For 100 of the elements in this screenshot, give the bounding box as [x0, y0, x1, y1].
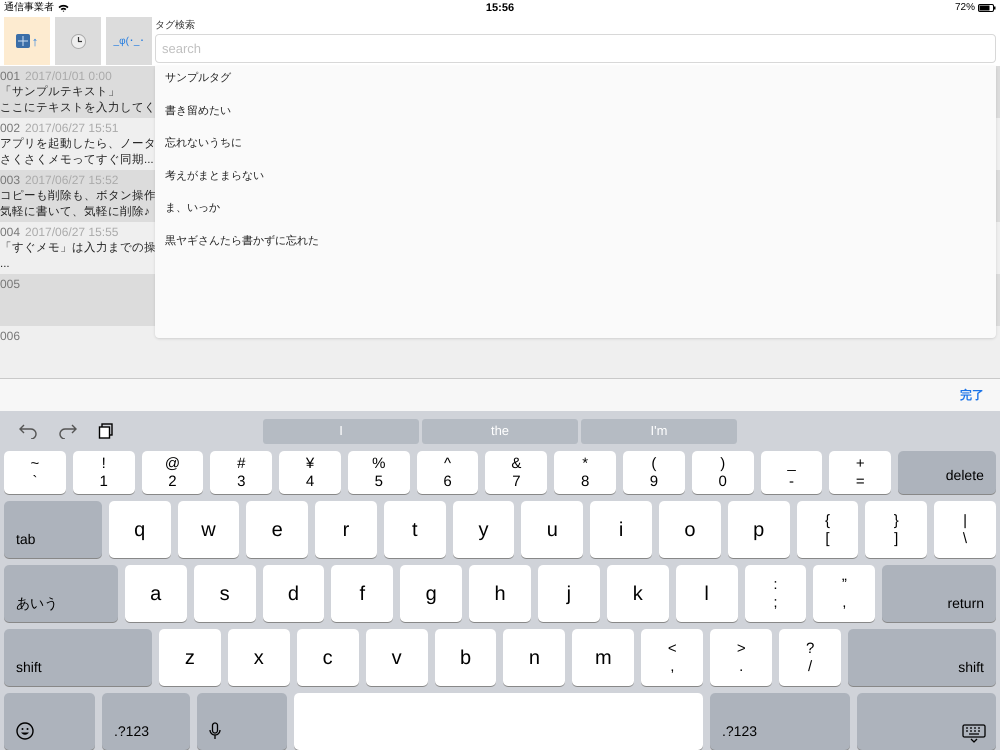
key[interactable]: delete [898, 451, 996, 494]
key[interactable]: return [882, 565, 996, 622]
key[interactable]: z [158, 629, 221, 686]
key-top-label: | [963, 512, 967, 530]
key-top-label: } [894, 512, 899, 530]
key[interactable]: shift [848, 629, 996, 686]
key[interactable]: e [246, 501, 308, 558]
key-bottom-label: 4 [306, 472, 314, 490]
key[interactable]: ” , [813, 565, 876, 622]
dictation-key[interactable] [197, 693, 287, 750]
key-top-label: # [237, 454, 246, 472]
tag-suggestion[interactable]: 忘れないうちに [155, 135, 996, 168]
key[interactable]: b [434, 629, 496, 686]
key[interactable]: c [296, 629, 359, 686]
key[interactable]: f [331, 565, 394, 622]
paste-icon[interactable] [98, 423, 114, 439]
key[interactable]: ¥ 4 [279, 451, 341, 494]
key[interactable]: w [178, 501, 240, 558]
key[interactable]: _ - [760, 451, 822, 494]
memo-text: さくさくメモってすぐ同期... [0, 152, 153, 168]
tag-suggestion[interactable]: サンプルタグ [155, 70, 996, 102]
tag-suggestion[interactable]: 黒ヤギさんたら書かずに忘れた [155, 232, 996, 265]
undo-icon[interactable] [18, 423, 38, 439]
key[interactable]: j [538, 565, 600, 622]
key[interactable]: } ] [865, 501, 928, 558]
tag-suggestion[interactable]: 書き留めたい [155, 102, 996, 135]
key[interactable]: | \ [934, 501, 996, 558]
key[interactable]: .?123 [102, 693, 190, 750]
wifi-icon [58, 4, 69, 12]
key[interactable]: + = [829, 451, 892, 494]
key[interactable]: ) 0 [692, 451, 754, 494]
key[interactable]: ! 1 [72, 451, 135, 494]
key[interactable]: s [194, 565, 256, 622]
clock-time: 15:56 [486, 0, 514, 16]
key-bottom-label: , [670, 658, 674, 676]
key[interactable]: y [452, 501, 514, 558]
key[interactable]: p [728, 501, 790, 558]
key[interactable]: shift [4, 629, 152, 686]
key[interactable]: g [400, 565, 462, 622]
key[interactable]: : ; [744, 565, 806, 622]
key-bottom-label: ; [773, 594, 778, 612]
key-top-label: ! [102, 454, 106, 472]
memo-number: 005 [0, 276, 20, 292]
key-top-label: > [736, 640, 746, 658]
toolbar-button[interactable]: ↑ [4, 17, 50, 66]
hide-keyboard-key[interactable] [857, 693, 996, 750]
key-bottom-label: 9 [650, 472, 658, 490]
tag-suggestion[interactable]: 考えがまとまらない [155, 168, 996, 200]
emoji-key[interactable] [4, 693, 95, 750]
memo-text: 気軽に書いて、気軽に削除♪ [0, 204, 151, 220]
key-top-label: ~ [30, 454, 40, 472]
key[interactable]: v [366, 629, 428, 686]
key[interactable]: i [590, 501, 652, 558]
key[interactable]: .?123 [710, 693, 850, 750]
key[interactable]: ^ 6 [416, 451, 478, 494]
key-bottom-label: ` [32, 472, 38, 490]
tag-suggestion[interactable]: ま、いっか [155, 200, 996, 232]
key[interactable]: % 5 [348, 451, 410, 494]
key[interactable]: k [606, 565, 669, 622]
key[interactable]: n [503, 629, 566, 686]
toolbar-button[interactable] [55, 17, 101, 66]
key-top-label: ( [651, 454, 656, 472]
memo-date: 2017/06/27 15:55 [25, 224, 118, 240]
key[interactable]: ? / [779, 629, 842, 686]
key[interactable]: @ 2 [142, 451, 204, 494]
space-key[interactable] [294, 693, 703, 750]
key[interactable]: tab [4, 501, 102, 558]
key[interactable]: r [315, 501, 377, 558]
key[interactable]: a [124, 565, 187, 622]
key-top-label: + [856, 454, 865, 472]
key-bottom-label: 0 [718, 472, 727, 490]
key[interactable]: { [ [796, 501, 858, 558]
key-bottom-label: \ [962, 530, 968, 548]
key[interactable]: あいう [4, 565, 118, 622]
redo-icon[interactable] [58, 423, 78, 439]
key[interactable]: x [228, 629, 290, 686]
key-bottom-label: / [808, 658, 812, 676]
key[interactable]: > . [710, 629, 772, 686]
key-top-label: ” [842, 576, 847, 594]
key[interactable]: h [469, 565, 531, 622]
key[interactable]: * 8 [554, 451, 616, 494]
key-top-label: { [824, 512, 830, 530]
key[interactable]: o [659, 501, 721, 558]
key[interactable]: ( 9 [623, 451, 685, 494]
key[interactable]: # 3 [210, 451, 272, 494]
key[interactable]: ~ ` [4, 451, 66, 494]
keyboard-hide-icon [962, 724, 986, 744]
key[interactable]: m [572, 629, 634, 686]
key-bottom-label: . [739, 658, 744, 676]
key[interactable]: d [262, 565, 324, 622]
memo-date: 2017/06/27 15:51 [25, 120, 118, 136]
done-button[interactable]: 完了 [960, 386, 984, 404]
key[interactable]: & 7 [485, 451, 548, 494]
key-top-label: % [372, 454, 386, 472]
key[interactable]: q [108, 501, 171, 558]
key[interactable]: l [676, 565, 738, 622]
key[interactable]: t [384, 501, 446, 558]
key[interactable]: < , [641, 629, 704, 686]
tag-search-field[interactable]: search [155, 34, 996, 64]
key[interactable]: u [521, 501, 584, 558]
